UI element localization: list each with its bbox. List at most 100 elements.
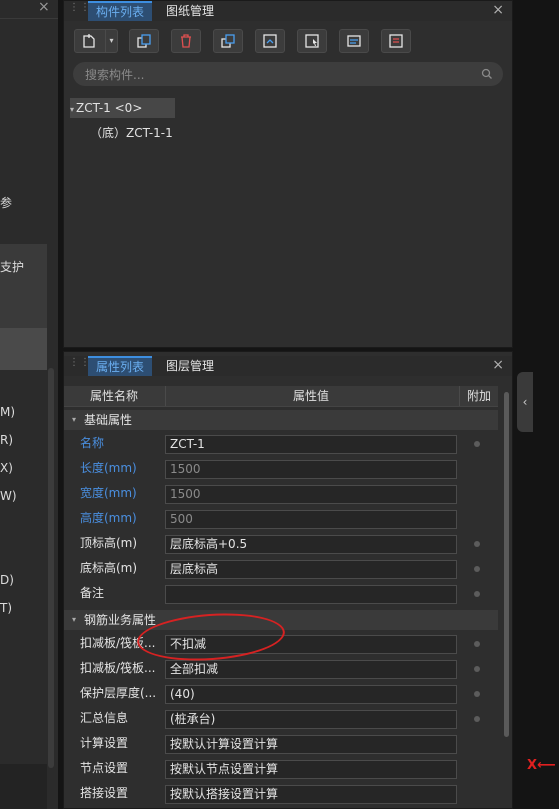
left-item-4[interactable]: R) <box>0 433 13 447</box>
extra-checkbox[interactable] <box>474 666 480 672</box>
property-value[interactable]: 层底标高 <box>165 560 457 579</box>
tree-expand-icon[interactable]: ▾ <box>70 105 74 114</box>
list-button[interactable] <box>381 29 411 53</box>
property-value[interactable]: 层底标高+0.5 <box>165 535 457 554</box>
property-row: 顶标高(m) 层底标高+0.5 <box>64 531 498 556</box>
drag-grip-icon[interactable]: ⋮⋮ <box>69 358 90 372</box>
layer-copy-button[interactable] <box>213 29 243 53</box>
left-panel-close-icon[interactable]: × <box>38 0 50 15</box>
left-side-panel: × 参 支护 M) R) X) W) D) T) <box>0 0 58 809</box>
left-item-block[interactable] <box>0 244 47 328</box>
property-panel-tabbar: ⋮⋮ 属性列表 图层管理 × <box>64 356 512 376</box>
extra-checkbox[interactable] <box>474 716 480 722</box>
group-label: 基础属性 <box>84 413 133 427</box>
new-component-button[interactable] <box>74 29 106 53</box>
x-axis-label: X <box>527 758 538 773</box>
property-value[interactable]: 按默认计算设置计算 <box>165 735 457 754</box>
property-list-panel: ⋮⋮ 属性列表 图层管理 × 属性名称 属性值 附加 ▾ 基础属性 名称 ZCT-… <box>63 351 513 809</box>
new-component-icon <box>83 34 95 48</box>
tab-property-list[interactable]: 属性列表 <box>88 356 153 376</box>
x-axis-arrow-icon: ⟵ <box>537 758 556 773</box>
pick-button[interactable] <box>297 29 327 53</box>
extra-checkbox[interactable] <box>474 441 480 447</box>
property-name: 名称 <box>80 436 105 450</box>
property-name: 顶标高(m) <box>80 536 138 550</box>
property-value[interactable]: (桩承台) <box>165 710 457 729</box>
property-value[interactable]: 全部扣减 <box>165 660 457 679</box>
col-header-name: 属性名称 <box>90 389 139 403</box>
col-divider <box>165 386 166 406</box>
left-item-5[interactable]: X) <box>0 461 13 475</box>
search-icon[interactable] <box>481 68 493 80</box>
col-divider <box>459 386 460 406</box>
property-row: 计算设置 按默认计算设置计算 <box>64 731 498 756</box>
tree-node-root[interactable]: ▾ ZCT-1 <0> <box>70 98 175 118</box>
tree-node-child[interactable]: （底）ZCT-1-1 <box>90 124 173 142</box>
collapse-panel-tab[interactable]: ‹ <box>517 372 533 432</box>
group-label: 钢筋业务属性 <box>84 613 157 627</box>
property-name: 宽度(mm) <box>80 486 137 500</box>
property-value[interactable]: ZCT-1 <box>165 435 457 454</box>
col-header-extra: 附加 <box>467 389 492 403</box>
tab-component-list[interactable]: 构件列表 <box>88 1 153 21</box>
property-value[interactable]: (40) <box>165 685 457 704</box>
component-list-panel: ⋮⋮ 构件列表 图纸管理 × ▾ 搜索构件... ▾ ZCT-1 <0> （底）… <box>63 0 513 348</box>
layer-copy-icon <box>221 34 235 48</box>
extra-checkbox[interactable] <box>474 566 480 572</box>
property-name: 底标高(m) <box>80 561 138 575</box>
property-panel-scrollbar[interactable] <box>504 392 509 737</box>
list-icon <box>389 34 403 48</box>
group-collapse-icon[interactable]: ▾ <box>72 610 76 630</box>
extra-checkbox[interactable] <box>474 591 480 597</box>
property-row: 保护层厚度(... (40) <box>64 681 498 706</box>
property-name: 搭接设置 <box>80 786 129 800</box>
property-name: 保护层厚度(... <box>80 686 157 700</box>
property-value[interactable]: 1500 <box>165 460 457 479</box>
left-item-6[interactable]: W) <box>0 489 17 503</box>
delete-icon <box>181 34 191 48</box>
copy-icon <box>137 34 151 48</box>
property-panel-close-icon[interactable]: × <box>492 357 504 373</box>
extra-checkbox[interactable] <box>474 641 480 647</box>
floor-copy-icon <box>263 34 277 48</box>
property-name: 扣减板/筏板... <box>80 661 156 675</box>
property-name: 计算设置 <box>80 736 129 750</box>
extra-checkbox[interactable] <box>474 541 480 547</box>
property-name: 备注 <box>80 586 105 600</box>
floor-copy-button[interactable] <box>255 29 285 53</box>
left-item-1[interactable]: 参 <box>0 194 12 211</box>
col-header-value: 属性值 <box>293 389 330 403</box>
left-item-selected[interactable] <box>0 328 47 370</box>
property-row: 宽度(mm) 1500 <box>64 481 498 506</box>
new-component-dropdown-icon[interactable]: ▾ <box>106 29 118 53</box>
component-panel-close-icon[interactable]: × <box>492 2 504 18</box>
delete-button[interactable] <box>171 29 201 53</box>
property-row: 节点设置 按默认节点设置计算 <box>64 756 498 781</box>
property-row: 高度(mm) 500 <box>64 506 498 531</box>
property-name: 高度(mm) <box>80 511 137 525</box>
extra-checkbox[interactable] <box>474 691 480 697</box>
left-panel-footer <box>0 764 47 809</box>
left-item-7[interactable]: D) <box>0 573 14 587</box>
tab-drawing-management[interactable]: 图纸管理 <box>158 1 222 21</box>
left-item-3[interactable]: M) <box>0 405 15 419</box>
tree-root-label: ZCT-1 <0> <box>76 101 143 115</box>
property-value[interactable] <box>165 585 457 604</box>
left-item-2[interactable]: 支护 <box>0 258 24 275</box>
component-search-input[interactable] <box>83 62 467 88</box>
group-basic-properties[interactable]: ▾ 基础属性 <box>64 410 498 430</box>
property-row: 汇总信息 (桩承台) <box>64 706 498 731</box>
left-item-8[interactable]: T) <box>0 601 12 615</box>
tab-layer-management[interactable]: 图层管理 <box>158 356 222 376</box>
property-value[interactable]: 1500 <box>165 485 457 504</box>
property-value[interactable]: 按默认节点设置计算 <box>165 760 457 779</box>
property-value[interactable]: 500 <box>165 510 457 529</box>
group-collapse-icon[interactable]: ▾ <box>72 410 76 430</box>
component-panel-tabbar: ⋮⋮ 构件列表 图纸管理 × <box>64 1 512 21</box>
properties-button[interactable] <box>339 29 369 53</box>
property-row: 备注 <box>64 581 498 606</box>
left-panel-scrollbar[interactable] <box>48 368 54 768</box>
property-value[interactable]: 按默认搭接设置计算 <box>165 785 457 804</box>
copy-button[interactable] <box>129 29 159 53</box>
drag-grip-icon[interactable]: ⋮⋮ <box>69 3 90 17</box>
